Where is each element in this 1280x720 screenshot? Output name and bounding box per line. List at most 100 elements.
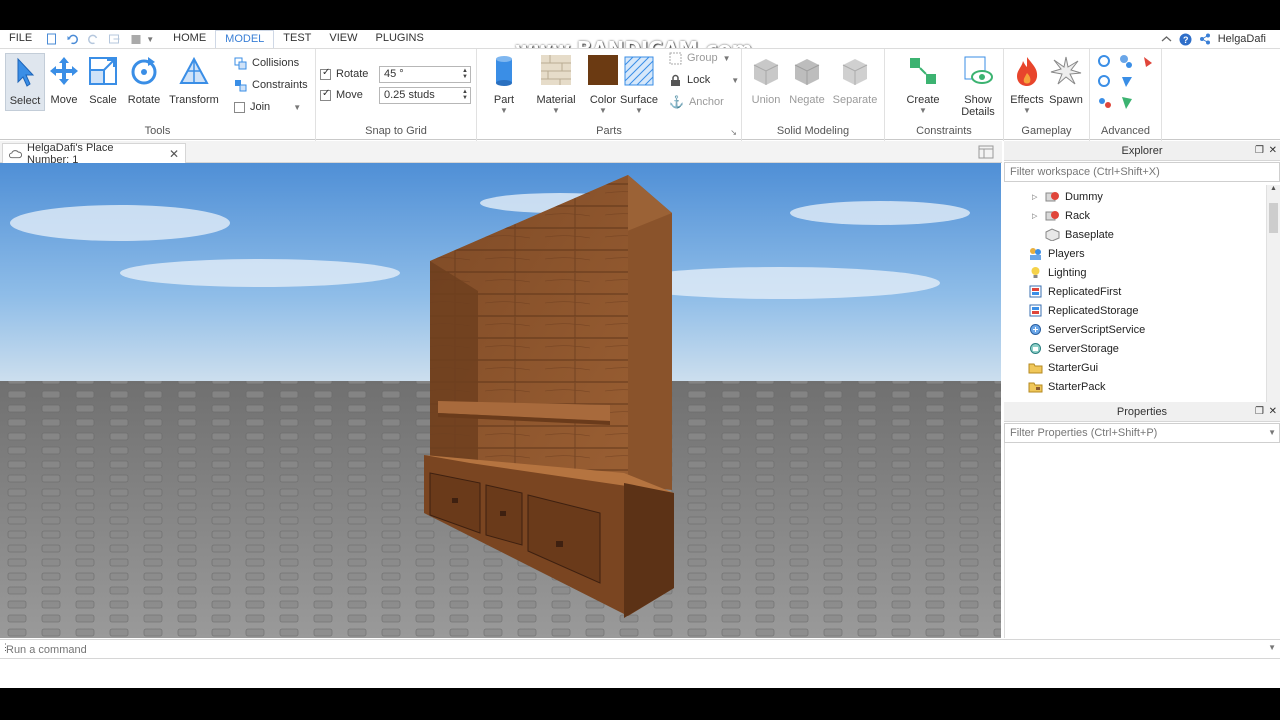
properties-undock-icon[interactable]: ❐ <box>1255 402 1264 422</box>
anchor-button[interactable]: ⚓ Anchor <box>669 93 724 111</box>
color-button[interactable]: Color ▼ <box>583 53 623 115</box>
tree-item-dummy[interactable]: ▷ Dummy <box>1032 187 1103 206</box>
quick-access-dropdown-icon[interactable]: ▼ <box>146 35 154 44</box>
move-button[interactable]: Move <box>44 53 84 111</box>
surface-dropdown-icon[interactable]: ▼ <box>619 106 659 115</box>
properties-filter-dropdown-icon[interactable]: ▼ <box>1268 424 1276 442</box>
tree-item-rack[interactable]: ▷ Rack <box>1032 206 1090 225</box>
collisions-toggle[interactable]: Collisions <box>234 54 299 72</box>
join-toggle[interactable]: Join ▼ <box>234 98 301 116</box>
tree-item-lighting[interactable]: Lighting <box>1028 263 1087 282</box>
collisions-label: Collisions <box>252 57 300 69</box>
fullscreen-viewport-icon[interactable] <box>978 145 994 159</box>
create-dropdown-icon[interactable]: ▼ <box>903 106 943 115</box>
tree-item-startergui[interactable]: StarterGui <box>1028 358 1098 377</box>
rotate-snap-input[interactable]: 45 ° ▲ ▼ <box>379 65 471 83</box>
move-snap-label: Move <box>336 89 363 101</box>
spawn-button[interactable]: Spawn <box>1046 53 1086 111</box>
publish-icon[interactable] <box>108 33 121 45</box>
tab-plugins[interactable]: PLUGINS <box>367 30 433 48</box>
effects-button[interactable]: Effects ▼ <box>1007 53 1047 115</box>
tree-item-replicatedfirst[interactable]: ReplicatedFirst <box>1028 282 1121 301</box>
username[interactable]: HelgaDafi <box>1218 33 1266 45</box>
tree-item-serverscriptservice[interactable]: ServerScriptService <box>1028 320 1145 339</box>
union-button[interactable]: Union <box>746 53 786 111</box>
properties-filter-placeholder: Filter Properties (Ctrl+Shift+P) <box>1010 427 1158 439</box>
undo-icon[interactable] <box>66 33 79 45</box>
group-button[interactable]: Group ▼ <box>669 49 731 67</box>
explorer-filter-input[interactable]: Filter workspace (Ctrl+Shift+X) <box>1004 162 1280 182</box>
move-snap-spinner-icon[interactable]: ▲ ▼ <box>462 89 468 101</box>
transform-button[interactable]: Transform <box>168 53 220 111</box>
file-menu[interactable]: FILE <box>0 30 41 48</box>
model-icon <box>1045 192 1059 202</box>
create-constraint-button[interactable]: Create ▼ <box>903 53 943 115</box>
rotate-snap-checkbox[interactable] <box>320 67 331 80</box>
expand-arrow-icon[interactable]: ▷ <box>1032 193 1040 201</box>
tree-item-label: StarterPack <box>1048 380 1106 393</box>
join-label: Join <box>250 101 271 113</box>
show-details-button[interactable]: Show Details <box>957 53 999 118</box>
3d-viewport[interactable] <box>0 163 1001 638</box>
tab-home[interactable]: HOME <box>164 30 215 48</box>
scene-render <box>0 163 1001 638</box>
tab-model[interactable]: MODEL <box>215 30 275 48</box>
properties-filter-input[interactable]: Filter Properties (Ctrl+Shift+P) ▼ <box>1004 423 1280 443</box>
constraints-toggle[interactable]: Constraints <box>234 76 308 94</box>
material-button[interactable]: Material ▼ <box>534 53 578 115</box>
tree-item-serverstorage[interactable]: ServerStorage <box>1028 339 1119 358</box>
command-input[interactable] <box>6 641 1264 658</box>
tools-group-label: Tools <box>144 125 171 137</box>
close-tab-icon[interactable]: ✕ <box>169 147 179 161</box>
lock-button[interactable]: Lock ▼ <box>669 71 739 89</box>
part-dropdown-icon[interactable]: ▼ <box>484 106 524 115</box>
stop-icon[interactable] <box>129 33 142 45</box>
redo-icon[interactable] <box>87 33 100 45</box>
move-snap-input[interactable]: 0.25 studs ▲ ▼ <box>379 86 471 104</box>
lock-dropdown-icon[interactable]: ▼ <box>731 76 739 85</box>
surface-button[interactable]: Surface ▼ <box>619 53 659 115</box>
rotate-snap-value: 45 ° <box>384 67 404 80</box>
tab-test[interactable]: TEST <box>274 30 320 48</box>
collapse-ribbon-icon[interactable] <box>1161 34 1172 44</box>
rotate-snap-spinner-icon[interactable]: ▲ ▼ <box>462 68 468 80</box>
separate-icon <box>842 59 868 85</box>
group-dropdown-icon[interactable]: ▼ <box>723 54 731 63</box>
scale-button[interactable]: Scale <box>83 53 123 111</box>
part-button[interactable]: Part ▼ <box>484 53 524 115</box>
share-icon[interactable] <box>1199 33 1211 45</box>
document-tab-bar: HelgaDafi's Place Number: 1 ✕ <box>0 141 1002 166</box>
color-dropdown-icon[interactable]: ▼ <box>583 106 623 115</box>
join-checkbox[interactable] <box>234 101 245 113</box>
rotate-button[interactable]: Rotate <box>124 53 164 111</box>
command-history-dropdown-icon[interactable]: ▼ <box>1268 643 1276 652</box>
help-icon[interactable]: ? <box>1179 33 1192 46</box>
explorer-scrollbar[interactable]: ▲ <box>1266 185 1280 403</box>
scroll-up-arrow-icon[interactable]: ▲ <box>1267 185 1280 192</box>
scroll-thumb[interactable] <box>1269 203 1278 233</box>
new-file-icon[interactable] <box>45 33 58 45</box>
join-dropdown-icon[interactable]: ▼ <box>293 103 301 112</box>
transform-label: Transform <box>169 94 219 106</box>
material-dropdown-icon[interactable]: ▼ <box>534 106 578 115</box>
tab-view[interactable]: VIEW <box>320 30 366 48</box>
tree-item-baseplate[interactable]: Baseplate <box>1045 225 1114 244</box>
document-tab[interactable]: HelgaDafi's Place Number: 1 ✕ <box>2 142 186 166</box>
explorer-close-icon[interactable]: ✕ <box>1269 141 1277 161</box>
explorer-undock-icon[interactable]: ❐ <box>1255 141 1264 161</box>
effects-dropdown-icon[interactable]: ▼ <box>1007 106 1047 115</box>
constraints-label: Constraints <box>252 79 308 91</box>
material-label: Material <box>536 94 576 106</box>
show-details-eye-icon <box>964 56 993 84</box>
negate-button[interactable]: Negate <box>787 53 827 111</box>
properties-close-icon[interactable]: ✕ <box>1269 402 1277 422</box>
solid-modeling-group-label: Solid Modeling <box>776 125 850 137</box>
move-snap-checkbox[interactable] <box>320 88 331 101</box>
tree-item-starterpack[interactable]: StarterPack <box>1028 377 1105 396</box>
tree-item-players[interactable]: Players <box>1028 244 1085 263</box>
select-button[interactable]: Select <box>5 53 45 111</box>
color-swatch-fill <box>588 55 618 85</box>
separate-button[interactable]: Separate <box>832 53 878 111</box>
expand-arrow-icon[interactable]: ▷ <box>1032 212 1040 220</box>
tree-item-replicatedstorage[interactable]: ReplicatedStorage <box>1028 301 1139 320</box>
